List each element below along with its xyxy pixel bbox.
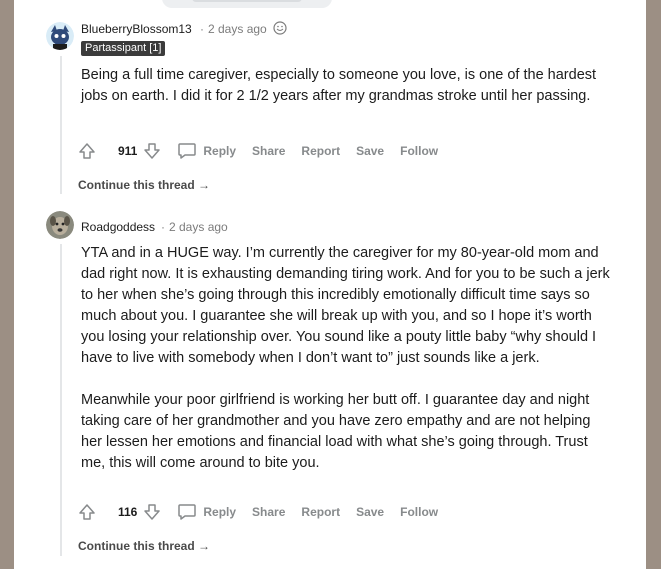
username[interactable]: BlueberryBlossom13 — [81, 22, 192, 36]
timestamp[interactable]: 2 days ago — [169, 220, 228, 234]
reply-label: Reply — [203, 144, 237, 158]
vote-count: 116 — [118, 505, 138, 519]
continue-thread-label: Continue this thread — [78, 539, 195, 553]
save-button[interactable]: Save — [356, 505, 384, 519]
continue-thread-link[interactable]: Continue this thread → — [78, 539, 210, 553]
avatar[interactable] — [46, 211, 74, 239]
downvote-button[interactable] — [143, 503, 161, 521]
follow-button[interactable]: Follow — [400, 505, 438, 519]
thread-line[interactable] — [60, 244, 62, 556]
upvote-button[interactable] — [78, 503, 96, 521]
thread-line[interactable] — [60, 56, 62, 194]
separator: · — [161, 220, 165, 234]
share-button[interactable]: Share — [252, 144, 285, 158]
comment-paragraph: YTA and in a HUGE way. I’m currently the… — [81, 245, 610, 366]
reply-button[interactable]: Reply — [177, 503, 236, 521]
separator: · — [200, 22, 204, 36]
user-flair: Partassipant [1] — [81, 41, 166, 56]
reply-label: Reply — [203, 505, 237, 519]
comment-icon — [178, 143, 197, 159]
timestamp[interactable]: 2 days ago — [208, 22, 267, 36]
search-placeholder-bar — [192, 0, 302, 2]
comment-body: YTA and in a HUGE way. I’m currently the… — [81, 243, 611, 474]
continue-thread-label: Continue this thread — [78, 178, 195, 192]
downvote-button[interactable] — [143, 142, 161, 160]
comment-body: Being a full time caregiver, especially … — [81, 65, 611, 107]
comment-paragraph: Being a full time caregiver, especially … — [81, 67, 597, 104]
award-icon — [272, 21, 288, 38]
username[interactable]: Roadgoddess — [81, 220, 155, 234]
arrow-right-icon: → — [198, 178, 211, 192]
report-button[interactable]: Report — [301, 144, 340, 158]
avatar[interactable] — [46, 22, 74, 50]
comment-paragraph: Meanwhile your poor girlfriend is workin… — [81, 392, 591, 471]
save-button[interactable]: Save — [356, 144, 384, 158]
comment-icon — [178, 504, 197, 520]
comment-actions: 116 Reply Share Report Save Follow — [78, 500, 454, 524]
share-button[interactable]: Share — [252, 505, 285, 519]
comment-thread: BlueberryBlossom13 · 2 days ago Partassi… — [14, 0, 646, 569]
downvote-icon — [144, 143, 161, 159]
comment-actions: 911 Reply Share Report Save Follow — [78, 139, 454, 163]
upvote-button[interactable] — [78, 142, 96, 160]
search-bar[interactable] — [162, 0, 332, 8]
arrow-right-icon: → — [198, 539, 211, 553]
report-button[interactable]: Report — [301, 505, 340, 519]
follow-button[interactable]: Follow — [400, 144, 438, 158]
reply-button[interactable]: Reply — [177, 142, 236, 160]
continue-thread-link[interactable]: Continue this thread → — [78, 178, 210, 192]
upvote-icon — [79, 504, 95, 520]
upvote-icon — [79, 143, 95, 159]
vote-count: 911 — [118, 144, 138, 158]
downvote-icon — [144, 504, 161, 520]
